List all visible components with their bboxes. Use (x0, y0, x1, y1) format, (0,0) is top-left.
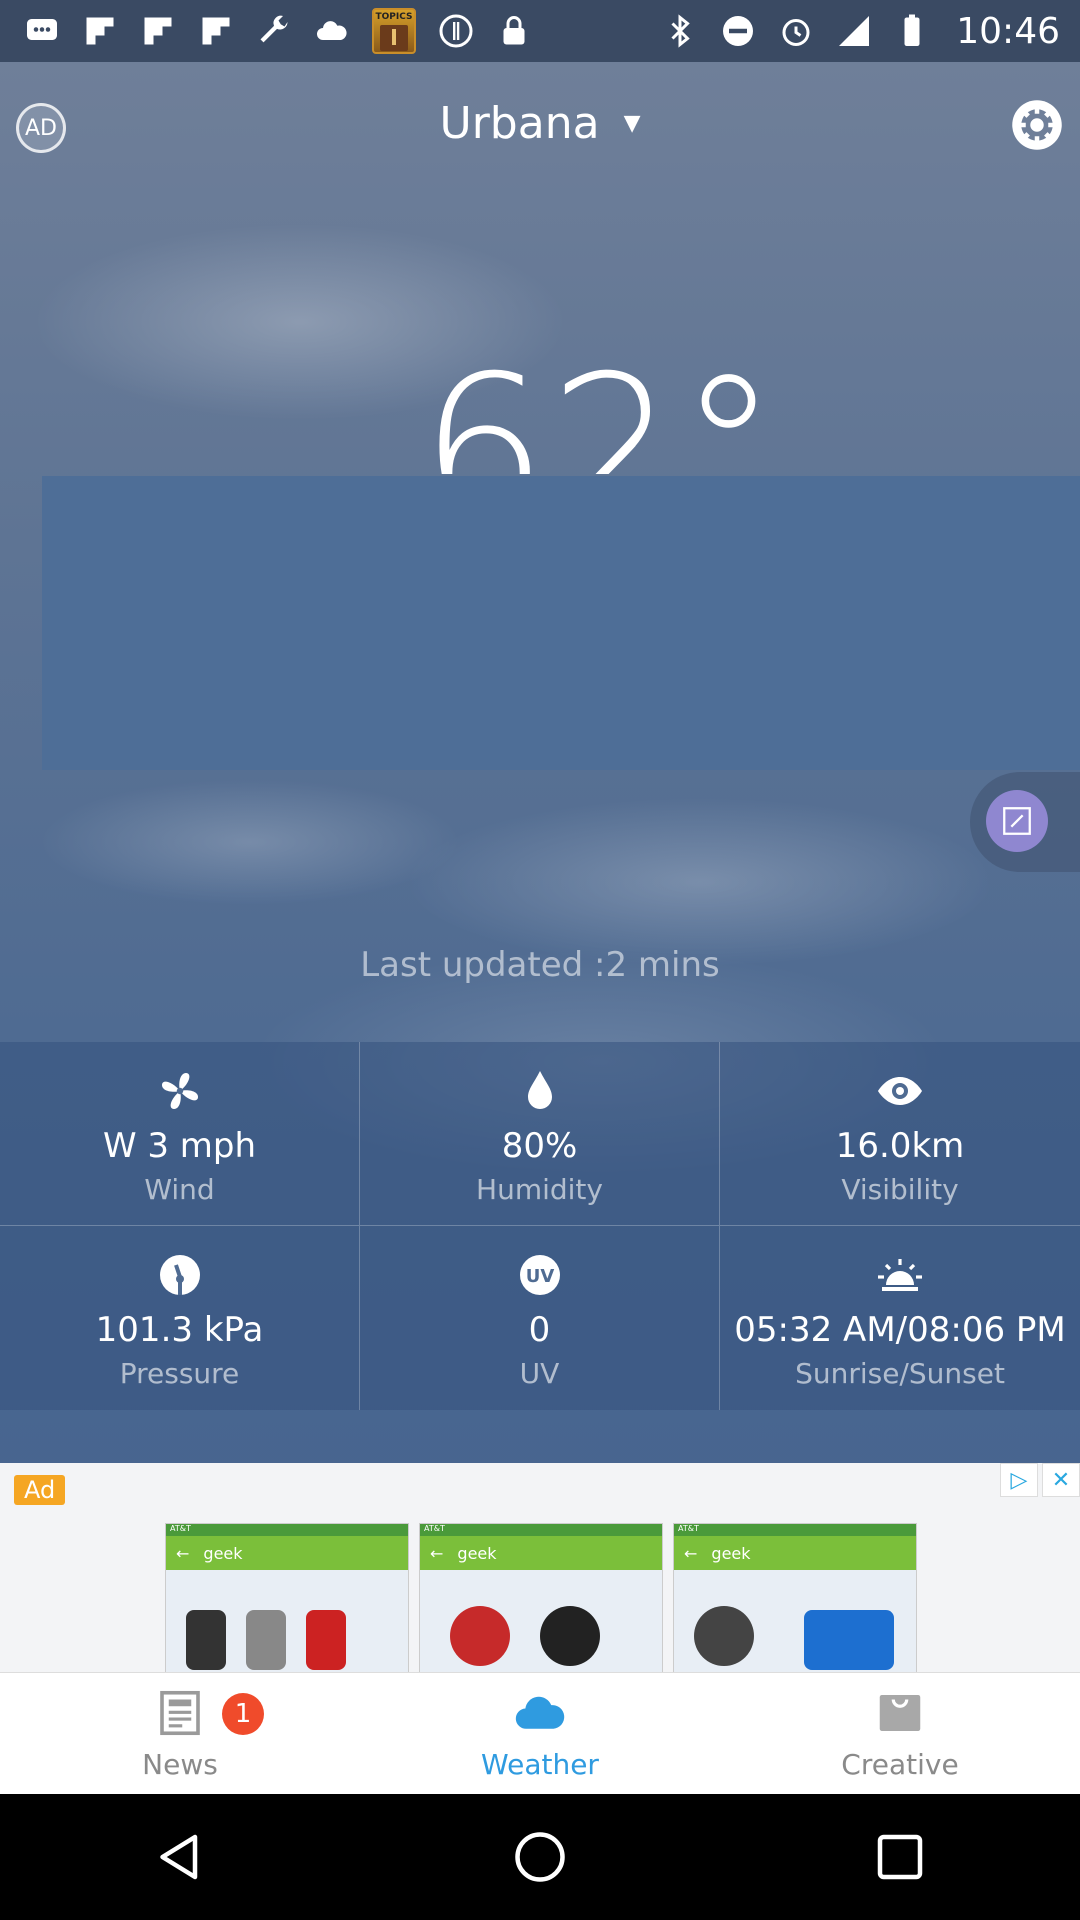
detail-pressure: 101.3 kPa Pressure (0, 1226, 360, 1410)
ad-choices: ▷ ✕ (1000, 1463, 1080, 1497)
bag-icon (873, 1686, 927, 1740)
messages-icon (24, 13, 60, 49)
drop-icon (516, 1067, 564, 1115)
weather-details-grid: W 3 mph Wind 80% Humidity 16.0km Visibil… (0, 1042, 1080, 1410)
ad-banner[interactable]: Ad ▷ ✕ AT&T ← geek AT&T ← geek AT&T ← geek (0, 1463, 1080, 1672)
edit-note-button[interactable] (986, 790, 1048, 852)
ad-placeholder-panel[interactable] (42, 476, 1080, 770)
topics-app-icon: TOPICS (372, 8, 416, 54)
uv-value: 0 (528, 1310, 551, 1350)
tab-weather-label: Weather (481, 1748, 599, 1781)
settings-button[interactable] (1010, 98, 1064, 152)
ad-screenshots: AT&T ← geek AT&T ← geek AT&T ← geek (165, 1523, 917, 1672)
recents-icon (877, 1834, 923, 1880)
visibility-label: Visibility (841, 1173, 959, 1206)
flipboard-icon (140, 13, 176, 49)
chevron-down-icon: ▼ (623, 111, 641, 136)
ad-screenshot: AT&T ← geek (419, 1523, 663, 1672)
weather-background (0, 62, 1080, 1672)
recents-button[interactable] (860, 1817, 940, 1897)
temperature-display: 62° (420, 340, 760, 475)
back-button[interactable] (140, 1817, 220, 1897)
edit-icon (1003, 807, 1031, 835)
sunrise-sunset-value: 05:32 AM/08:06 PM (734, 1310, 1066, 1350)
back-icon (160, 1834, 198, 1880)
detail-sunrise-sunset: 05:32 AM/08:06 PM Sunrise/Sunset (720, 1226, 1080, 1410)
uv-label: UV (519, 1357, 560, 1390)
wind-label: Wind (144, 1173, 215, 1206)
do-not-disturb-icon (720, 13, 756, 49)
temperature-value: 62° (420, 340, 760, 475)
ad-label: Ad (14, 1475, 66, 1505)
battery-icon (894, 13, 930, 49)
wind-fan-icon (156, 1067, 204, 1115)
ad-screenshot: AT&T ← geek (165, 1523, 409, 1672)
tab-weather[interactable]: Weather (360, 1673, 720, 1794)
ad-screenshot: AT&T ← geek (673, 1523, 917, 1672)
ad-choices-icon[interactable]: ▷ (1000, 1463, 1038, 1497)
detail-visibility: 16.0km Visibility (720, 1042, 1080, 1226)
clock-time: 10:46 (956, 10, 1060, 52)
status-bar-right: 10:46 (662, 11, 1060, 52)
status-bar: TOPICS 10:46 (0, 0, 1080, 62)
gauge-icon (156, 1251, 204, 1299)
tab-creative-label: Creative (841, 1748, 959, 1781)
city-selector[interactable]: Urbana ▼ (0, 98, 1080, 149)
pressure-label: Pressure (119, 1357, 240, 1390)
back-arrow-icon: ← (684, 1543, 698, 1563)
weather-cloud-icon (314, 13, 350, 49)
signal-icon (836, 13, 872, 49)
detail-wind: W 3 mph Wind (0, 1042, 360, 1226)
wrench-icon (256, 13, 292, 49)
wind-value: W 3 mph (102, 1126, 257, 1166)
flipboard-icon (198, 13, 234, 49)
gear-icon (1012, 100, 1062, 150)
alarm-icon (778, 13, 814, 49)
lock-icon (496, 13, 532, 49)
tab-news[interactable]: News 1 (0, 1673, 360, 1794)
note-tab[interactable] (970, 772, 1080, 872)
close-icon[interactable]: ✕ (1042, 1463, 1080, 1497)
eye-icon (876, 1067, 924, 1115)
sunrise-sunset-label: Sunrise/Sunset (795, 1357, 1005, 1390)
home-icon (515, 1832, 565, 1882)
home-button[interactable] (500, 1817, 580, 1897)
bluetooth-icon (662, 13, 698, 49)
flipboard-icon (82, 13, 118, 49)
tab-creative[interactable]: Creative (720, 1673, 1080, 1794)
detail-uv: UV 0 UV (360, 1226, 720, 1410)
tab-news-label: News (142, 1748, 218, 1781)
cloud-icon (513, 1686, 567, 1740)
news-icon (153, 1686, 207, 1740)
svg-text:UV: UV (525, 1266, 554, 1287)
status-bar-left: TOPICS (24, 8, 532, 54)
back-arrow-icon: ← (430, 1543, 444, 1563)
humidity-label: Humidity (476, 1173, 603, 1206)
city-name: Urbana (439, 98, 600, 149)
humidity-value: 80% (501, 1126, 578, 1166)
back-arrow-icon: ← (176, 1543, 190, 1563)
notification-badge: 1 (222, 1693, 264, 1735)
info-icon (438, 13, 474, 49)
visibility-value: 16.0km (835, 1126, 965, 1166)
last-updated-text: Last updated :2 mins (360, 945, 720, 985)
sunrise-icon (876, 1251, 924, 1299)
navigation-bar (0, 1794, 1080, 1920)
pressure-value: 101.3 kPa (95, 1310, 264, 1350)
bottom-tab-bar: News 1 Weather Creative (0, 1672, 1080, 1794)
uv-icon: UV (516, 1251, 564, 1299)
detail-humidity: 80% Humidity (360, 1042, 720, 1226)
